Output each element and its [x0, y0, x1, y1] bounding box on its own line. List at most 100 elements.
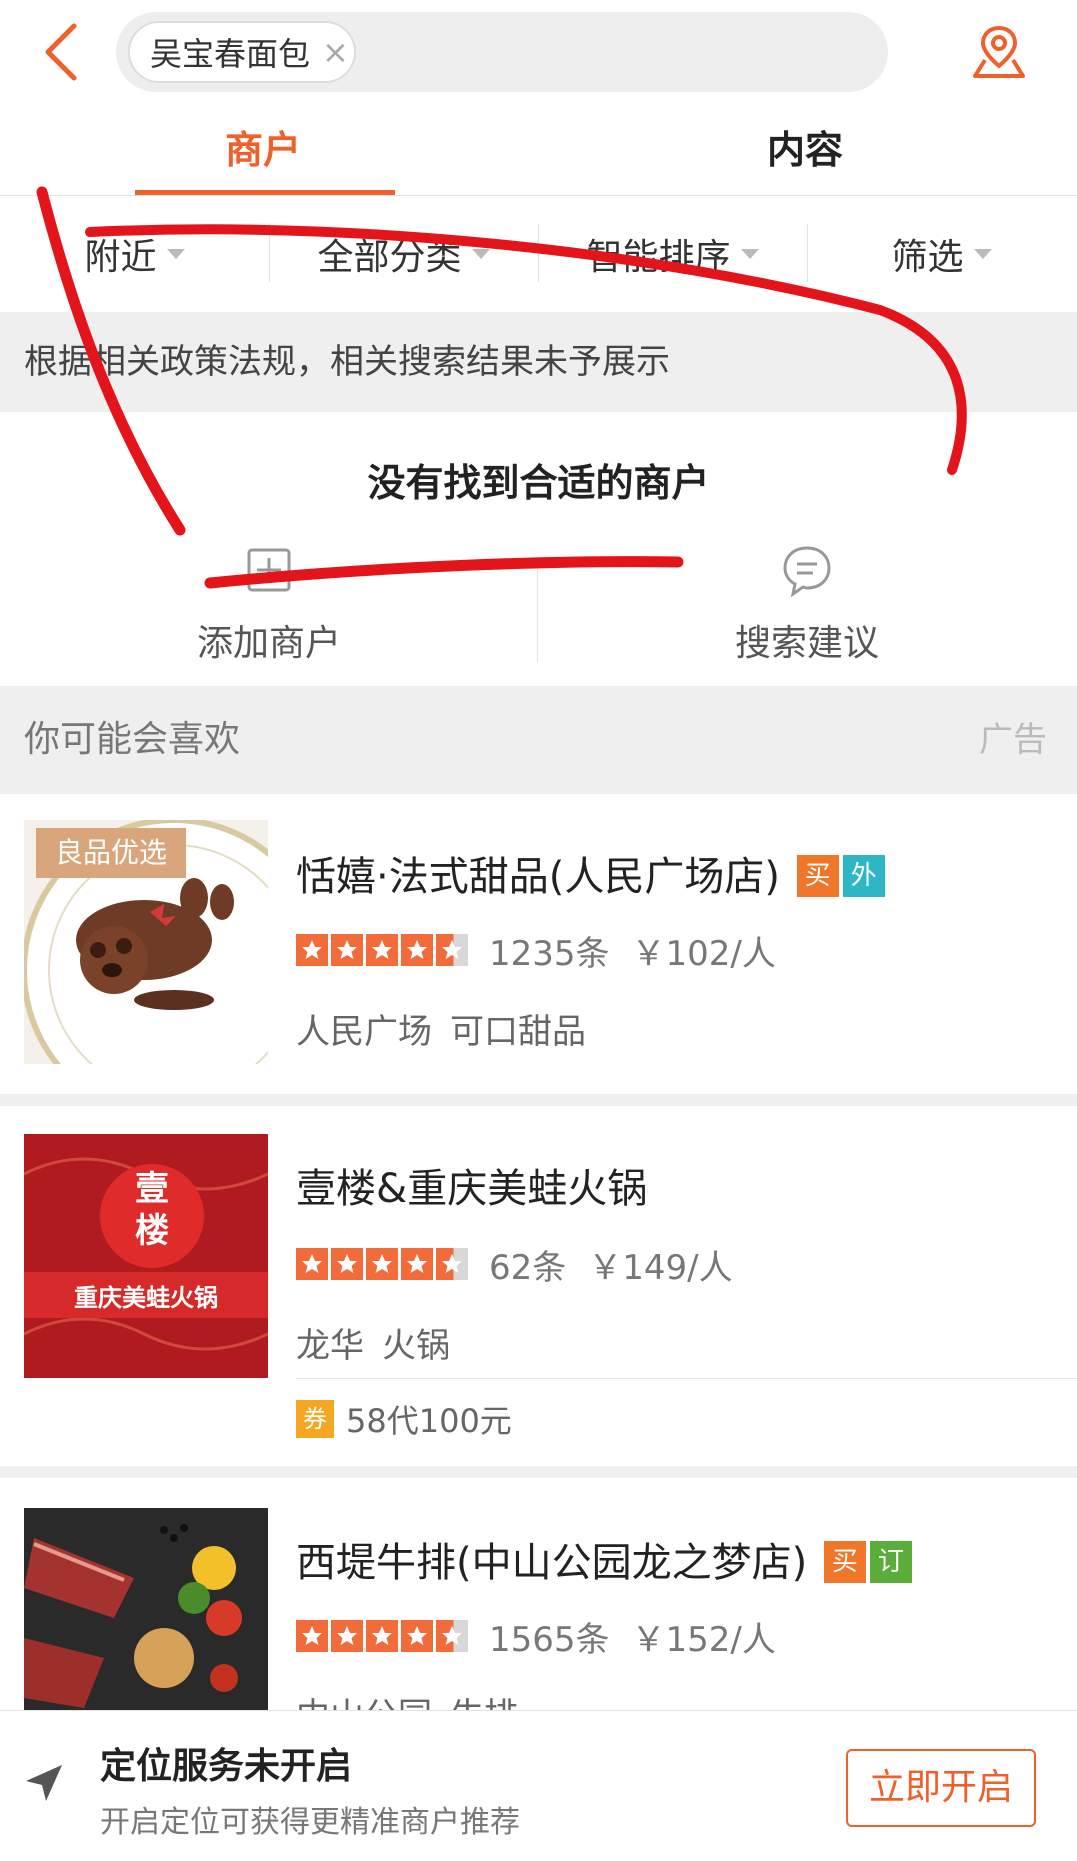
tab-bar: 商户 内容	[0, 104, 1077, 196]
search-suggestion-label: 搜索建议	[734, 623, 879, 664]
tab-merchants[interactable]: 商户	[128, 104, 398, 196]
booking-badge: 订	[869, 1541, 912, 1583]
star-icon	[296, 934, 328, 966]
map-pin-icon	[973, 25, 1025, 78]
thumb-char-2: 楼	[135, 1211, 169, 1251]
add-merchant-label: 添加商户	[196, 623, 341, 664]
price-per-person: ￥149/人	[588, 1247, 733, 1288]
listing-item[interactable]: 壹 楼 重庆美蛙火锅 壹楼&重庆美蛙火锅 62条 ￥149/人 龙华 火锅 券 5…	[0, 1106, 1077, 1466]
buy-badge: 买	[823, 1541, 866, 1583]
listing-item[interactable]: 西堤牛排(中山公园龙之梦店) 买订 1565条 ￥152/人 中山公园 牛排	[0, 1478, 1077, 1710]
search-input[interactable]: 吴宝春面包 ×	[116, 12, 888, 92]
star-icon	[331, 1620, 363, 1652]
recommend-title: 你可能会喜欢	[24, 719, 241, 760]
caret-down-icon	[471, 249, 490, 259]
empty-title: 没有找到合适的商户	[367, 461, 710, 505]
star-icon	[366, 1248, 398, 1280]
thumb-banner-text: 重庆美蛙火锅	[74, 1284, 218, 1312]
filter-bar: 附近 全部分类 智能排序 筛选	[0, 196, 1077, 312]
listing-item[interactable]: 良品优选 恬嬉·法式甜品(人民广场店) 买外 1235条 ￥102/人 人民广场…	[0, 794, 1077, 1094]
separator	[0, 1466, 1077, 1478]
back-button[interactable]	[38, 18, 88, 84]
caret-down-icon	[166, 249, 185, 259]
coupon-deal[interactable]: 券 58代100元	[296, 1396, 512, 1442]
listing-name: 恬嬉·法式甜品(人民广场店) 买外	[296, 844, 885, 902]
filter-label: 全部分类	[317, 237, 462, 278]
star-icon	[331, 1248, 363, 1280]
filter-screen[interactable]: 筛选	[807, 196, 1076, 312]
enable-location-button[interactable]: 立即开启	[846, 1749, 1036, 1827]
filter-nearby[interactable]: 附近	[0, 196, 269, 312]
separator	[0, 1094, 1077, 1106]
area-tag: 中山公园	[296, 1696, 432, 1710]
star-icon	[401, 934, 433, 966]
divider	[296, 1378, 1077, 1379]
star-rating	[296, 1248, 471, 1280]
category-tag: 火锅	[382, 1326, 450, 1366]
rating-row: 1235条 ￥102/人	[296, 928, 776, 974]
tab-content[interactable]: 内容	[670, 104, 940, 196]
rating-row: 1565条 ￥152/人	[296, 1614, 776, 1660]
ad-label: 广告	[979, 720, 1047, 760]
star-rating	[296, 934, 471, 966]
star-icon	[296, 1620, 328, 1652]
chevron-left-icon	[45, 23, 77, 81]
location-subtitle: 开启定位可获得更精准商户推荐	[100, 1805, 520, 1840]
review-count: 1235条	[489, 933, 610, 974]
close-icon[interactable]: ×	[322, 33, 349, 71]
half-star-icon	[436, 934, 468, 966]
listing-name-text: 西堤牛排(中山公园龙之梦店)	[296, 1540, 808, 1586]
listing-tags: 中山公园 牛排	[296, 1688, 518, 1710]
star-icon	[401, 1248, 433, 1280]
recommend-header: 你可能会喜欢 广告	[0, 686, 1077, 794]
location-title: 定位服务未开启	[100, 1746, 353, 1787]
filter-label: 附近	[84, 237, 157, 278]
half-star-icon	[436, 1248, 468, 1280]
listing-name: 壹楼&重庆美蛙火锅	[296, 1156, 647, 1214]
star-icon	[296, 1248, 328, 1280]
listing-name-text: 壹楼&重庆美蛙火锅	[296, 1166, 648, 1212]
filter-label: 筛选	[891, 237, 964, 278]
search-chip-label: 吴宝春面包	[150, 35, 311, 73]
hotpot-logo-image: 壹 楼 重庆美蛙火锅	[24, 1134, 268, 1378]
category-tag: 可口甜品	[450, 1012, 586, 1052]
area-tag: 龙华	[296, 1326, 364, 1366]
caret-down-icon	[740, 249, 759, 259]
listing-thumbnail: 良品优选	[24, 820, 268, 1064]
listing-thumbnail: 壹 楼 重庆美蛙火锅	[24, 1134, 268, 1378]
star-rating	[296, 1620, 471, 1652]
add-merchant-button[interactable]: 添加商户	[0, 542, 538, 672]
featured-ribbon: 良品优选	[36, 828, 186, 878]
listing-thumbnail	[24, 1508, 268, 1710]
category-tag: 牛排	[450, 1696, 518, 1710]
price-per-person: ￥102/人	[631, 933, 776, 974]
price-per-person: ￥152/人	[631, 1619, 776, 1660]
listing-name-text: 恬嬉·法式甜品(人民广场店)	[296, 854, 780, 900]
filter-category[interactable]: 全部分类	[269, 196, 538, 312]
map-button[interactable]	[971, 22, 1027, 82]
delivery-badge: 外	[842, 855, 885, 897]
deal-text: 58代100元	[346, 1402, 512, 1440]
thumb-char-1: 壹	[135, 1169, 169, 1209]
star-icon	[331, 934, 363, 966]
star-icon	[401, 1620, 433, 1652]
search-suggestion-button[interactable]: 搜索建议	[538, 542, 1076, 672]
buy-badge: 买	[796, 855, 839, 897]
steak-photo	[24, 1508, 268, 1710]
listing-tags: 龙华 火锅	[296, 1318, 450, 1367]
half-star-icon	[436, 1620, 468, 1652]
policy-notice: 根据相关政策法规，相关搜索结果未予展示	[0, 312, 1077, 412]
rating-row: 62条 ￥149/人	[296, 1242, 733, 1288]
location-prompt-bar: 定位服务未开启 开启定位可获得更精准商户推荐 立即开启	[0, 1710, 1077, 1861]
add-merchant-icon	[247, 548, 291, 592]
filter-label: 智能排序	[586, 237, 731, 278]
chat-bubble-icon	[783, 546, 831, 598]
top-bar: 吴宝春面包 ×	[0, 0, 1077, 104]
search-chip[interactable]: 吴宝春面包 ×	[128, 21, 356, 83]
star-icon	[366, 1620, 398, 1652]
listing-tags: 人民广场 可口甜品	[296, 1004, 586, 1053]
listing-name: 西堤牛排(中山公园龙之梦店) 买订	[296, 1530, 912, 1588]
filter-sort[interactable]: 智能排序	[538, 196, 807, 312]
empty-state: 没有找到合适的商户 添加商户 搜索建议	[0, 412, 1077, 686]
active-tab-indicator	[135, 190, 395, 195]
